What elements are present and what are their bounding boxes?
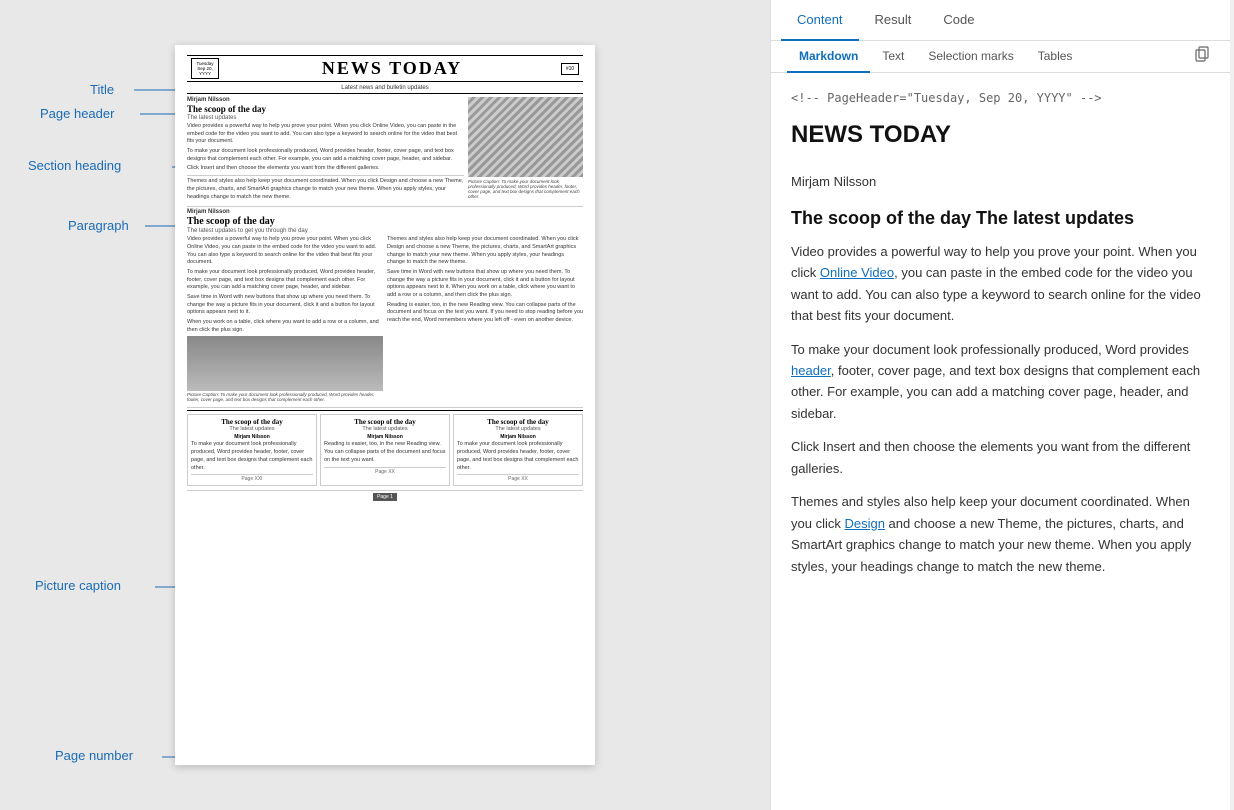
content-h1: NEWS TODAY bbox=[791, 116, 1210, 154]
newspaper-header: Tuesday Sep 20, YYYY NEWS TODAY #10 bbox=[187, 55, 583, 82]
doc-section2-subheading: The latest updates to get you through th… bbox=[187, 228, 583, 234]
doc-page-indicator: Page 1 bbox=[187, 490, 583, 500]
link-design[interactable]: Design bbox=[844, 516, 884, 531]
doc-bottom-section: The scoop of the day The latest updates … bbox=[187, 410, 583, 486]
doc-s2-col2: Themes and styles also help keep your do… bbox=[387, 236, 583, 404]
svg-text:Title: Title bbox=[90, 82, 114, 97]
content-area[interactable]: <!-- PageHeader="Tuesday, Sep 20, YYYY" … bbox=[771, 73, 1230, 810]
issue-box: #10 bbox=[561, 63, 579, 75]
content-author: Mirjam Nilsson bbox=[791, 171, 1210, 192]
sub-tab-text[interactable]: Text bbox=[870, 41, 916, 73]
doc-section-heading: The scoop of the day bbox=[187, 104, 464, 114]
tab-code[interactable]: Code bbox=[927, 0, 990, 41]
link-header[interactable]: header bbox=[791, 363, 831, 378]
doc-cars-image bbox=[187, 336, 383, 391]
doc-paragraph-2: To make your document look professionall… bbox=[187, 148, 464, 163]
sub-tab-tables[interactable]: Tables bbox=[1026, 41, 1085, 73]
doc-bottom-col-1: The scoop of the day The latest updates … bbox=[187, 414, 317, 486]
date-box: Tuesday Sep 20, YYYY bbox=[191, 58, 219, 79]
content-p2: To make your document look professionall… bbox=[791, 339, 1210, 425]
content-p4: Themes and styles also help keep your do… bbox=[791, 491, 1210, 577]
doc-paragraph-3: Click Insert and then choose the element… bbox=[187, 165, 464, 173]
doc-section2-heading: The scoop of the day bbox=[187, 216, 583, 227]
doc-section2-cols: Video provides a powerful way to help yo… bbox=[187, 236, 583, 404]
page-number-3: Page XX bbox=[457, 474, 579, 482]
tab-result[interactable]: Result bbox=[859, 0, 928, 41]
right-panel: Content Result Code Markdown Text Select… bbox=[770, 0, 1230, 810]
content-h2: The scoop of the day The latest updates bbox=[791, 204, 1210, 233]
svg-text:Paragraph: Paragraph bbox=[68, 218, 129, 233]
doc-paragraph-1: Video provides a powerful way to help yo… bbox=[187, 123, 464, 146]
page-number-1: Page XXI bbox=[191, 474, 313, 482]
main-tabs-bar: Content Result Code bbox=[771, 0, 1230, 41]
doc-right-col: Picture Caption: To make your document l… bbox=[468, 97, 583, 203]
newspaper-subheader: Latest news and bulletin updates bbox=[187, 84, 583, 94]
doc-left-col: Mirjam Nilsson The scoop of the day The … bbox=[187, 97, 464, 203]
content-p1: Video provides a powerful way to help yo… bbox=[791, 241, 1210, 327]
sub-tab-selection-marks[interactable]: Selection marks bbox=[916, 41, 1025, 73]
newspaper-title: NEWS TODAY bbox=[223, 58, 561, 79]
document-preview: Tuesday Sep 20, YYYY NEWS TODAY #10 Late… bbox=[175, 45, 595, 765]
doc-bottom-col-2: The scoop of the day The latest updates … bbox=[320, 414, 450, 486]
svg-text:Section heading: Section heading bbox=[28, 158, 121, 173]
doc-author: Mirjam Nilsson bbox=[187, 97, 464, 103]
doc-zebra-image bbox=[468, 97, 583, 177]
link-online-video[interactable]: Online Video bbox=[820, 265, 894, 280]
svg-text:Page header: Page header bbox=[40, 106, 115, 121]
doc-bottom-col-3: The scoop of the day The latest updates … bbox=[453, 414, 583, 486]
doc-section-subheading: The latest updates bbox=[187, 115, 464, 121]
sub-tabs-bar: Markdown Text Selection marks Tables bbox=[771, 41, 1230, 73]
tab-content[interactable]: Content bbox=[781, 0, 859, 41]
svg-text:Picture caption: Picture caption bbox=[35, 578, 121, 593]
sub-tab-markdown[interactable]: Markdown bbox=[787, 41, 870, 73]
doc-section2: Mirjam Nilsson The scoop of the day The … bbox=[187, 209, 583, 404]
page-number-2: Page XX bbox=[324, 467, 446, 475]
copy-button[interactable] bbox=[1190, 42, 1214, 71]
doc-paragraph-4: Themes and styles also help keep your do… bbox=[187, 178, 464, 201]
doc-picture-caption-1: Picture Caption: To make your document l… bbox=[468, 179, 583, 199]
content-p3: Click Insert and then choose the element… bbox=[791, 436, 1210, 479]
comment-1: <!-- PageHeader="Tuesday, Sep 20, YYYY" … bbox=[791, 89, 1210, 108]
svg-text:Page number: Page number bbox=[55, 748, 134, 763]
doc-s2-col1: Video provides a powerful way to help yo… bbox=[187, 236, 383, 404]
doc-picture-caption-2: Picture Caption: To make your document l… bbox=[187, 392, 383, 402]
left-panel: Title Page header Section heading Paragr… bbox=[0, 0, 770, 810]
